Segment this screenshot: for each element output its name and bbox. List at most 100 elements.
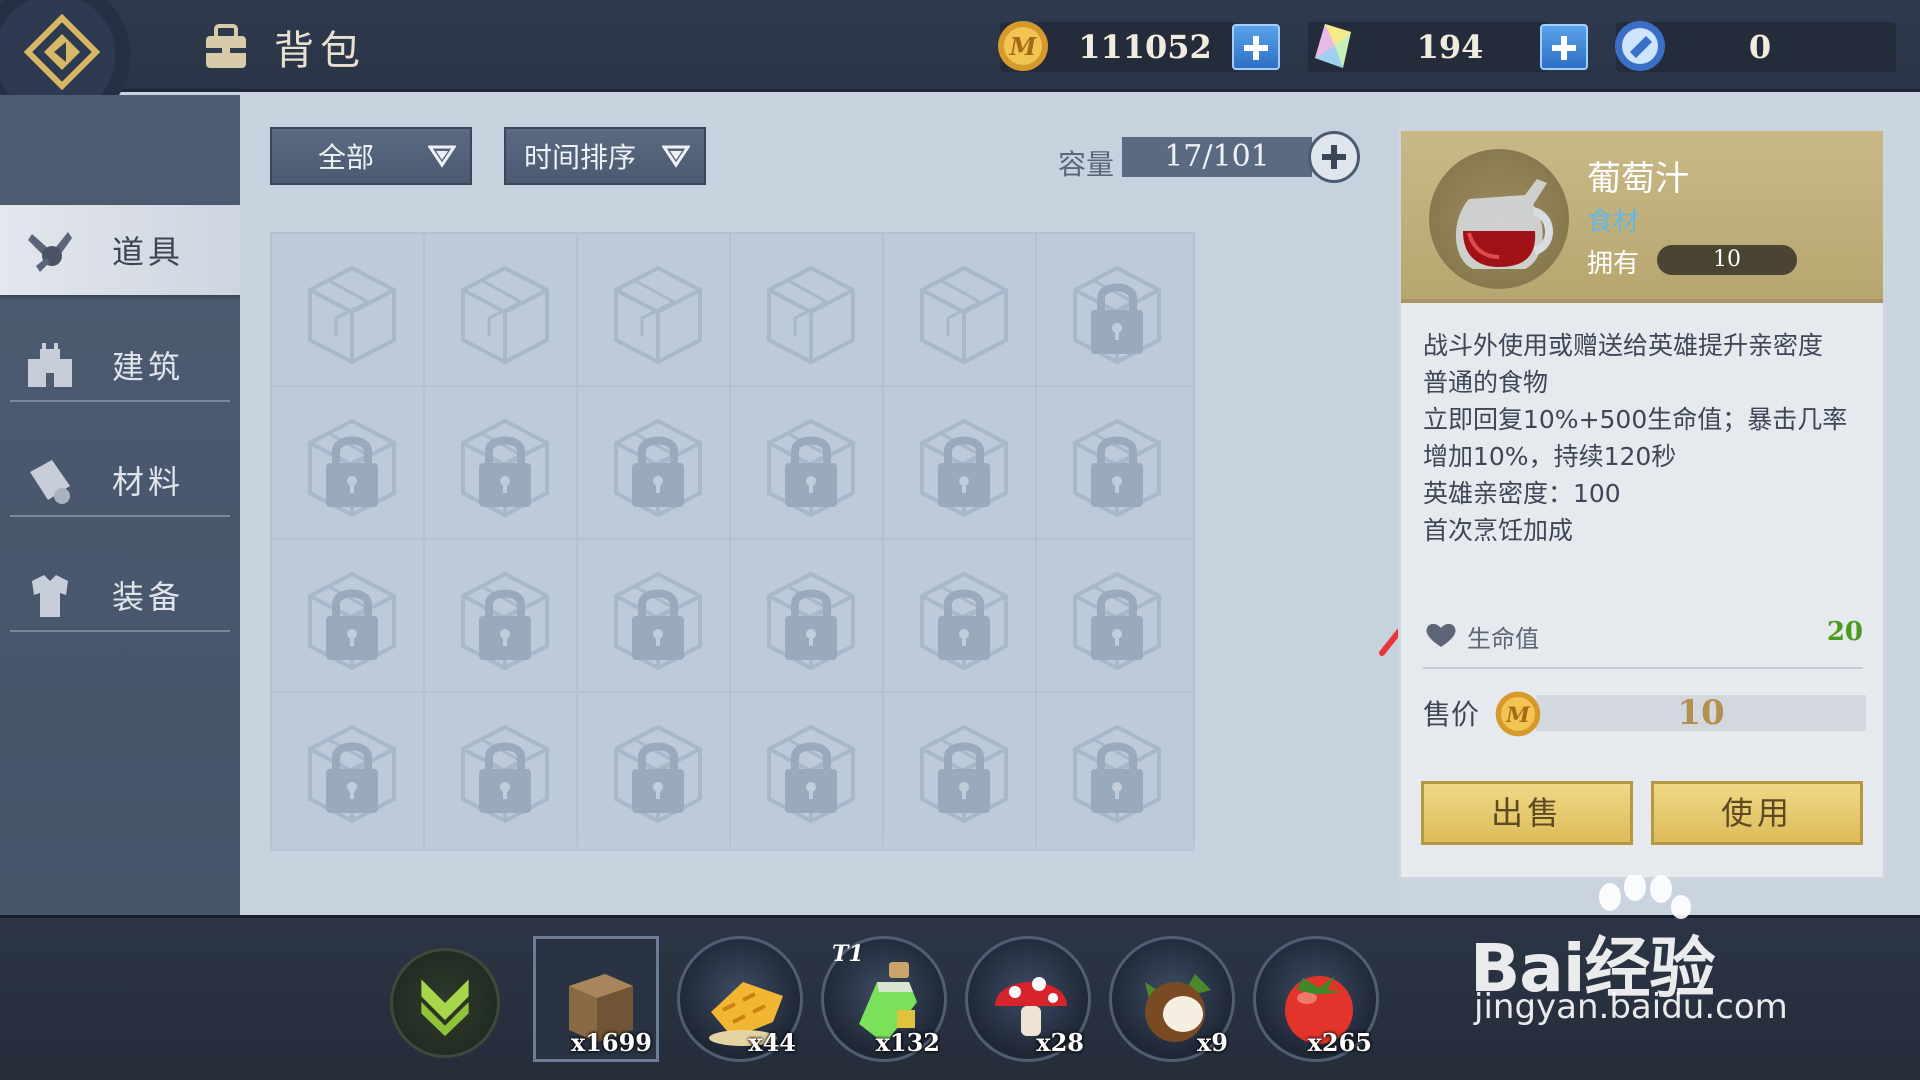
lock-icon <box>920 724 1008 824</box>
use-button[interactable]: 使用 <box>1651 781 1863 845</box>
locked-slot[interactable] <box>882 385 1042 545</box>
empty-slot[interactable] <box>882 232 1042 392</box>
empty-cube-icon <box>767 265 855 365</box>
locked-slot[interactable] <box>729 385 889 545</box>
empty-cube-icon <box>920 265 1008 365</box>
empty-slot[interactable] <box>270 232 430 392</box>
quick-slot[interactable]: T1 x132 <box>821 936 947 1062</box>
item-count: x132 <box>875 1028 940 1057</box>
page-title: 背包 <box>200 22 366 74</box>
svg-text:M: M <box>1505 703 1531 728</box>
lock-icon <box>461 418 549 518</box>
chevron-down-icon <box>662 145 690 168</box>
empty-cube-icon <box>614 265 702 365</box>
sidebar-item-label: 道具 <box>112 233 185 271</box>
gold-coin-icon: M <box>998 21 1048 71</box>
lock-icon <box>1073 418 1161 518</box>
lock-icon <box>614 418 702 518</box>
quick-slot[interactable]: x44 <box>677 936 803 1062</box>
quick-slot[interactable]: x28 <box>965 936 1091 1062</box>
lock-icon <box>308 571 396 671</box>
ticket-amount: 0 <box>1748 28 1772 66</box>
empty-slot[interactable] <box>729 232 889 392</box>
locked-slot[interactable] <box>1035 385 1195 545</box>
gold-coin-icon: M <box>1495 691 1541 737</box>
locked-slot[interactable] <box>729 538 889 698</box>
capacity-value: 17/101 <box>1122 137 1312 177</box>
lock-icon <box>767 418 855 518</box>
quick-slot[interactable]: x1699 <box>533 936 659 1062</box>
armor-icon <box>32 575 68 617</box>
item-name: 葡萄汁 <box>1587 159 1689 199</box>
stat-value: 20 <box>1826 617 1863 647</box>
sidebar-item-materials[interactable]: 材料 <box>0 435 240 525</box>
stat-label: 生命值 <box>1467 625 1539 653</box>
locked-slot[interactable] <box>882 538 1042 698</box>
locked-slot[interactable] <box>1035 232 1195 392</box>
desc-line: 首次烹饪加成 <box>1423 516 1574 545</box>
sidebar-item-label: 装备 <box>112 578 185 616</box>
gold-amount: 111052 <box>1078 28 1212 66</box>
add-crystal-button[interactable] <box>1540 24 1588 70</box>
empty-slot[interactable] <box>576 232 736 392</box>
item-count: x9 <box>1196 1028 1228 1057</box>
locked-slot[interactable] <box>729 691 889 851</box>
watermark-bottom: jingyan.baidu.com <box>1474 987 1788 1027</box>
own-count: 10 <box>1657 245 1797 275</box>
sidebar-item-label: 材料 <box>112 463 185 501</box>
item-count: x28 <box>1036 1028 1084 1057</box>
add-gold-button[interactable] <box>1232 24 1280 70</box>
locked-slot[interactable] <box>423 385 583 545</box>
locked-slot[interactable] <box>1035 538 1195 698</box>
sidebar-item-tools[interactable]: 道具 <box>0 205 252 295</box>
locked-slot[interactable] <box>576 691 736 851</box>
locked-slot[interactable] <box>423 691 583 851</box>
desc-line: 立即回复10%+500生命值；暴击几率增加10%，持续120秒 <box>1423 405 1848 471</box>
lock-icon <box>1073 724 1161 824</box>
sidebar-item-equipment[interactable]: 装备 <box>0 550 240 640</box>
empty-cube-icon <box>461 265 549 365</box>
lock-icon <box>1073 265 1161 365</box>
chevron-down-icon <box>428 145 456 168</box>
lock-icon <box>614 724 702 824</box>
locked-slot[interactable] <box>270 538 430 698</box>
locked-slot[interactable] <box>423 538 583 698</box>
lock-icon <box>767 571 855 671</box>
lock-icon <box>461 724 549 824</box>
grid-fade <box>270 835 1390 915</box>
stat-row: 生命值 20 <box>1423 615 1863 655</box>
item-count: x44 <box>748 1028 796 1057</box>
quick-slot[interactable]: x9 <box>1109 936 1235 1062</box>
empty-slot[interactable] <box>423 232 583 392</box>
desc-line: 普通的食物 <box>1423 368 1549 397</box>
crystal-icon <box>1315 24 1351 68</box>
ticket-icon <box>1615 21 1665 71</box>
locked-slot[interactable] <box>270 385 430 545</box>
inventory-panel: 全部 时间排序 容量 17/101 <box>240 95 1520 915</box>
crystal-amount: 194 <box>1416 28 1484 66</box>
item-portrait <box>1429 149 1569 289</box>
sidebar-item-buildings[interactable]: 建筑 <box>0 320 240 410</box>
locked-slot[interactable] <box>882 691 1042 851</box>
divider <box>10 400 230 402</box>
locked-slot[interactable] <box>576 538 736 698</box>
desc-line: 战斗外使用或赠送给英雄提升亲密度 <box>1423 331 1824 360</box>
lock-icon <box>1073 571 1161 671</box>
item-detail-header: 葡萄汁 食材 拥有 10 <box>1401 131 1883 303</box>
category-dropdown[interactable]: 全部 <box>270 127 472 185</box>
quick-slot[interactable]: x265 <box>1253 936 1379 1062</box>
item-description: 战斗外使用或赠送给英雄提升亲密度 普通的食物 立即回复10%+500生命值；暴击… <box>1423 327 1863 549</box>
locked-slot[interactable] <box>270 691 430 851</box>
lock-icon <box>920 571 1008 671</box>
collect-button[interactable] <box>390 948 500 1058</box>
expand-capacity-button[interactable] <box>1308 131 1360 183</box>
locked-slot[interactable] <box>576 385 736 545</box>
top-bar: 背包 M 111052 194 0 <box>0 0 1920 150</box>
sort-dropdown[interactable]: 时间排序 <box>504 127 706 185</box>
scroll-icon <box>30 460 70 504</box>
locked-slot[interactable] <box>1035 691 1195 851</box>
sell-button[interactable]: 出售 <box>1421 781 1633 845</box>
sell-price: 10 <box>1536 695 1866 731</box>
collect-arrow-icon <box>421 979 469 1037</box>
lock-icon <box>461 571 549 671</box>
